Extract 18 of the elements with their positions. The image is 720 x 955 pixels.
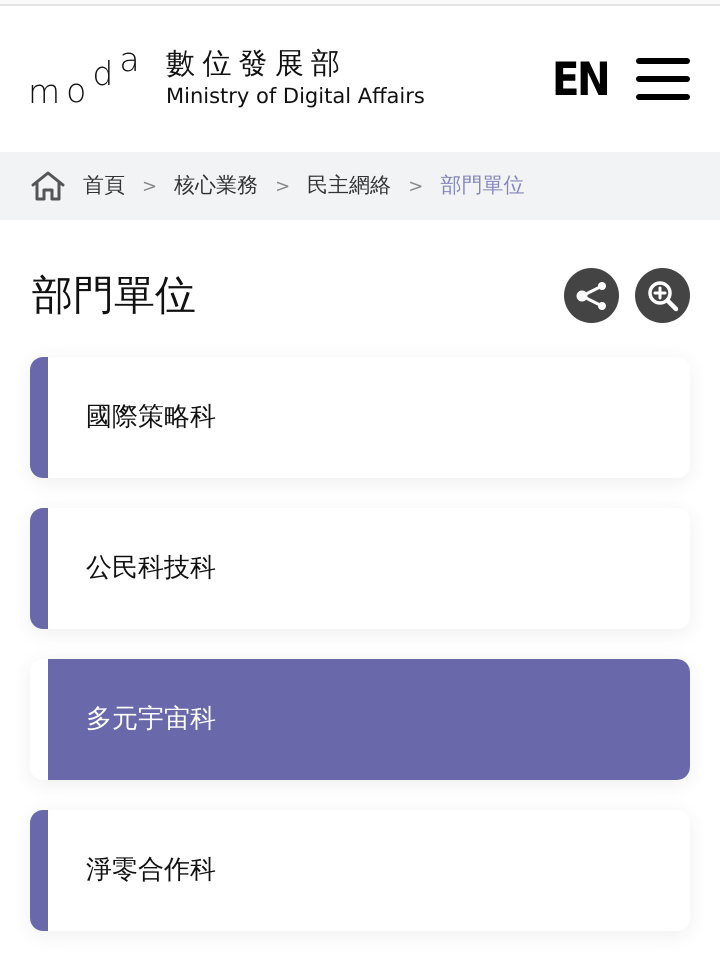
unit-card[interactable]: 公民科技科 (30, 508, 690, 629)
breadcrumb-separator: > (408, 174, 424, 198)
breadcrumb-link[interactable]: 核心業務 (174, 170, 258, 202)
share-icon (574, 280, 608, 310)
home-icon[interactable] (30, 171, 66, 201)
language-button[interactable]: EN (552, 56, 608, 102)
unit-card[interactable]: 多元宇宙科 (30, 659, 690, 780)
unit-card[interactable]: 國際策略科 (30, 357, 690, 478)
zoom-in-icon (646, 278, 680, 312)
breadcrumb-link[interactable]: 民主網絡 (307, 170, 392, 202)
page-title: 部門單位 (32, 270, 196, 320)
breadcrumb-separator: > (142, 174, 158, 198)
breadcrumb-separator: > (275, 174, 290, 198)
breadcrumb-link[interactable]: 首頁 (83, 170, 125, 202)
unit-card[interactable]: 淨零合作科 (30, 810, 690, 931)
site-title: 數位發展部 (166, 48, 348, 80)
site-subtitle: Ministry of Digital Affairs (166, 84, 425, 110)
menu-icon[interactable] (636, 58, 690, 100)
